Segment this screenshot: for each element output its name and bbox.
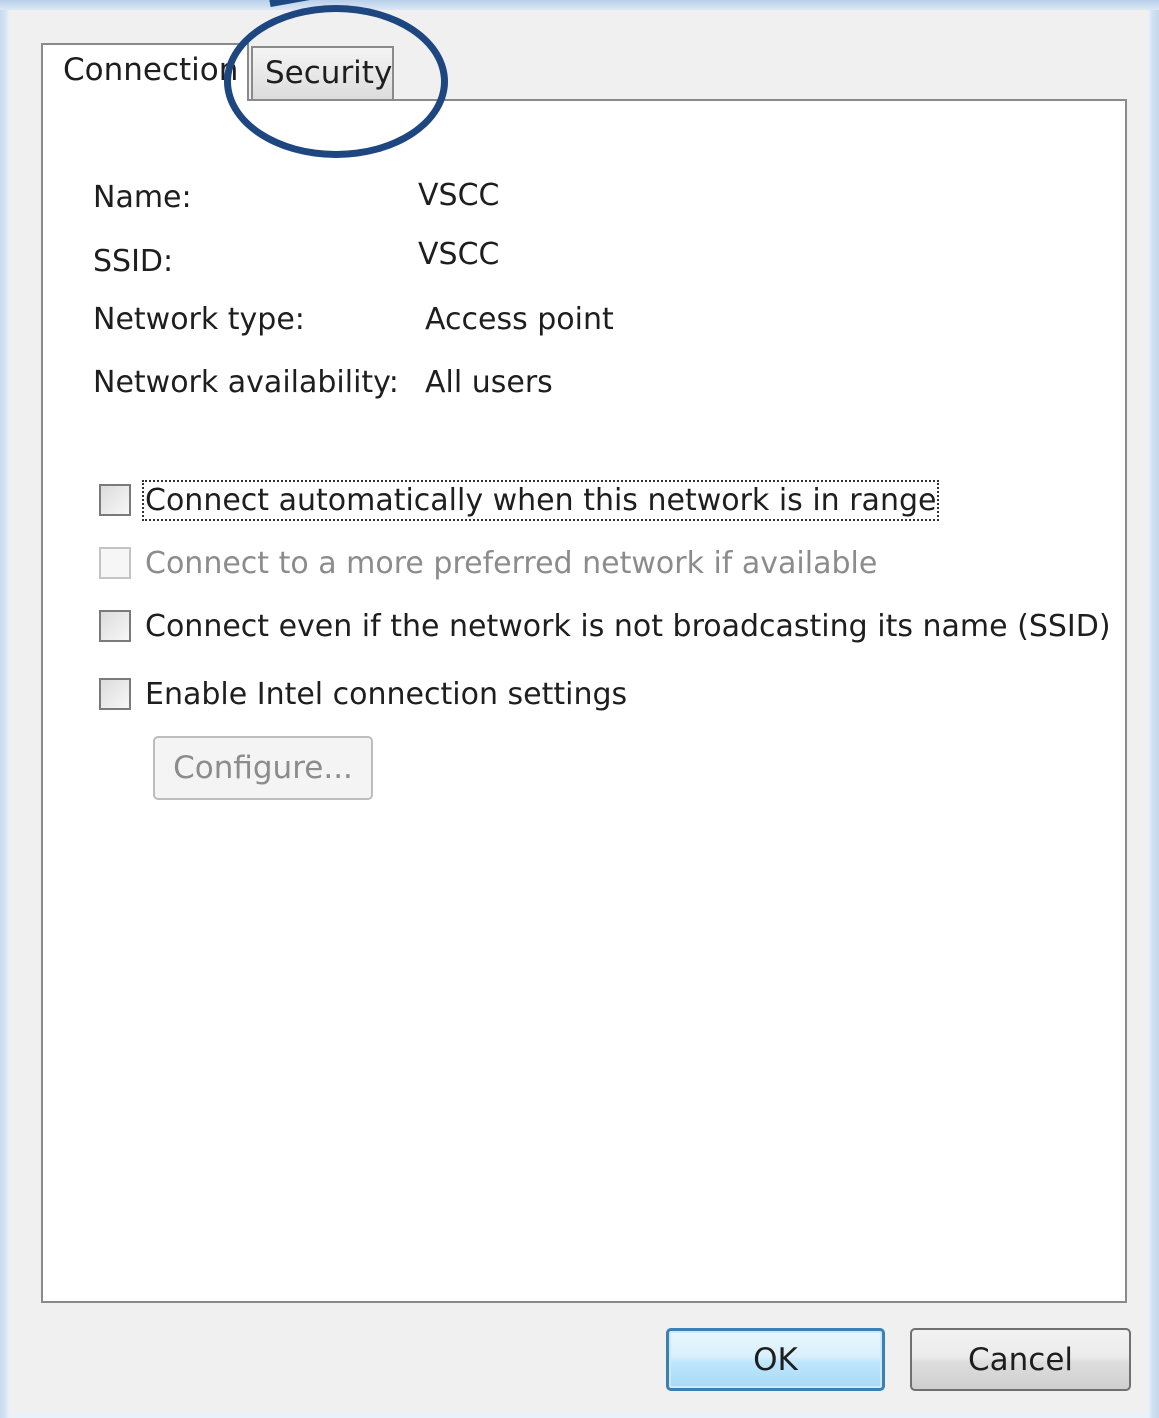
- tab-connection[interactable]: Connection: [41, 43, 249, 101]
- network-availability-label: Network availability:: [93, 365, 399, 400]
- connect-automatically-checkbox[interactable]: [99, 484, 131, 516]
- connect-not-broadcasting-option[interactable]: Connect even if the network is not broad…: [99, 606, 1111, 646]
- cancel-button[interactable]: Cancel: [910, 1328, 1131, 1391]
- network-type-value: Access point: [425, 302, 614, 337]
- enable-intel-settings-option[interactable]: Enable Intel connection settings: [99, 674, 627, 714]
- name-label: Name:: [93, 180, 192, 215]
- tab-security[interactable]: Security: [251, 46, 394, 99]
- connect-not-broadcasting-checkbox[interactable]: [99, 610, 131, 642]
- connect-preferred-network-checkbox: [99, 547, 131, 579]
- connect-not-broadcasting-label[interactable]: Connect even if the network is not broad…: [145, 609, 1111, 644]
- enable-intel-settings-label[interactable]: Enable Intel connection settings: [145, 677, 627, 712]
- connect-preferred-network-label: Connect to a more preferred network if a…: [145, 545, 878, 581]
- ssid-value: VSCC: [418, 237, 500, 272]
- connect-automatically-label[interactable]: Connect automatically when this network …: [141, 479, 940, 521]
- ok-button[interactable]: OK: [666, 1328, 885, 1391]
- name-value: VSCC: [418, 178, 500, 213]
- network-type-label: Network type:: [93, 302, 305, 337]
- network-availability-value: All users: [425, 365, 553, 400]
- connect-automatically-option[interactable]: Connect automatically when this network …: [99, 479, 940, 521]
- configure-button: Configure...: [153, 736, 373, 800]
- ssid-label: SSID:: [93, 244, 174, 279]
- enable-intel-settings-checkbox[interactable]: [99, 678, 131, 710]
- dialog-title-strip: [0, 0, 1159, 10]
- connect-preferred-network-option: Connect to a more preferred network if a…: [99, 543, 877, 583]
